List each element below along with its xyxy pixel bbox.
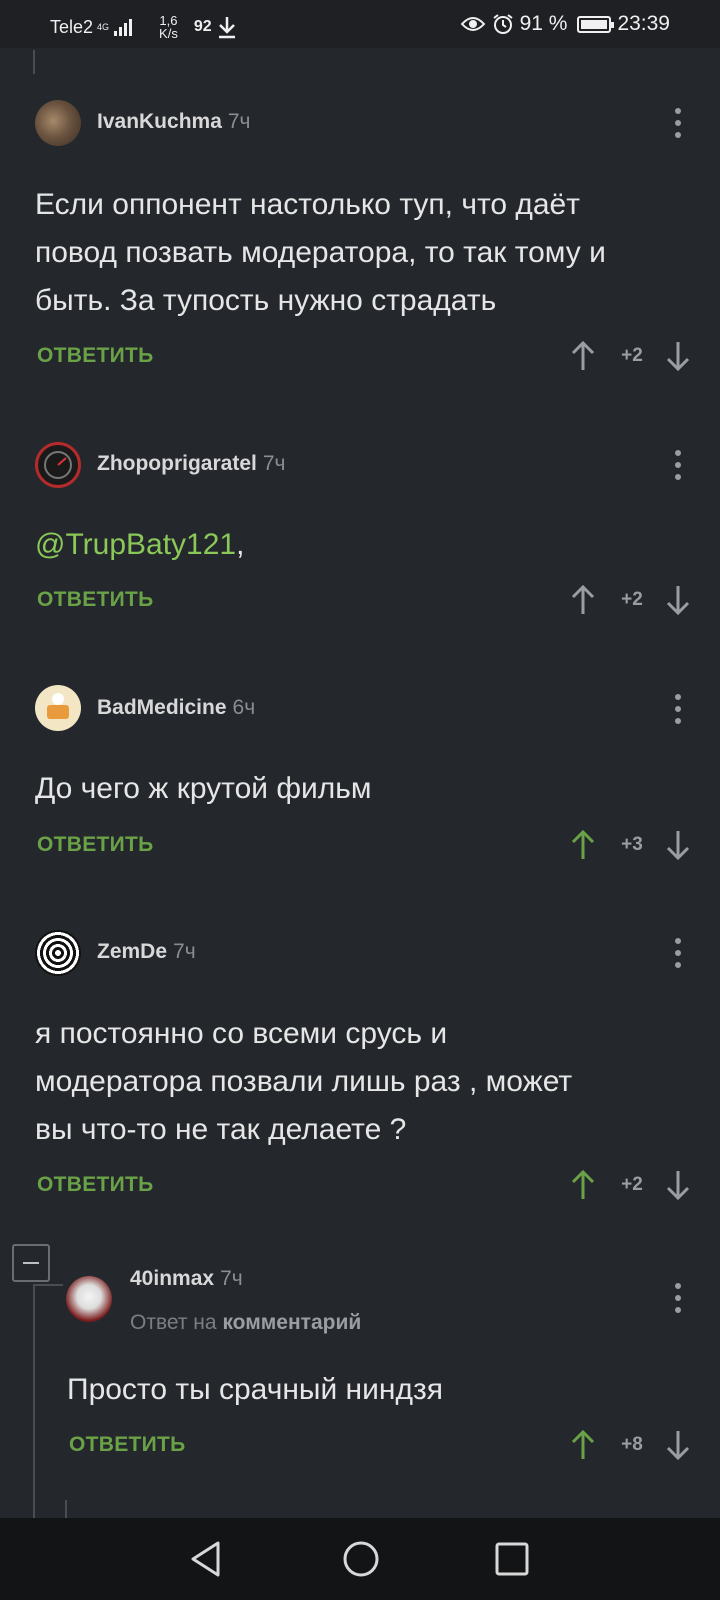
upvote-arrow-icon[interactable] xyxy=(570,1169,596,1201)
comment-author[interactable]: 40inmax 7ч xyxy=(130,1267,243,1291)
battery-percent: 91 % xyxy=(519,12,568,35)
comment-author[interactable]: IvanKuchma 7ч xyxy=(97,110,251,134)
speedometer-icon xyxy=(44,451,72,479)
comment-text: Просто ты срачный ниндзя xyxy=(67,1366,443,1414)
avatar[interactable] xyxy=(35,685,81,731)
system-navigation-bar xyxy=(0,1518,720,1600)
author-name[interactable]: ZemDe xyxy=(97,940,167,963)
more-options-icon[interactable] xyxy=(673,450,683,480)
comment-score: +2 xyxy=(621,589,643,610)
reply-button[interactable]: ОТВЕТИТЬ xyxy=(37,344,154,368)
comment-author[interactable]: ZemDe 7ч xyxy=(97,940,196,964)
more-options-icon[interactable] xyxy=(673,938,683,968)
reply-button[interactable]: ОТВЕТИТЬ xyxy=(69,1433,186,1457)
status-bar: Tele2 4G 1,6 K/s 92 91 % 23:39 xyxy=(0,0,720,48)
back-icon[interactable] xyxy=(188,1540,224,1578)
comment-line: До чего ж крутой фильм xyxy=(35,772,372,805)
battery-icon xyxy=(577,15,615,33)
comment-time: 6ч xyxy=(232,696,256,719)
comment-author[interactable]: Zhopoprigaratel 7ч xyxy=(97,452,285,476)
more-options-icon[interactable] xyxy=(673,694,683,724)
comment-time: 7ч xyxy=(227,110,251,133)
reply-to-comment-link[interactable]: комментарий xyxy=(222,1311,361,1334)
download-icon xyxy=(218,17,235,39)
author-name[interactable]: 40inmax xyxy=(130,1267,214,1290)
user-mention-link[interactable]: @TrupBaty121 xyxy=(35,528,236,561)
recent-apps-icon[interactable] xyxy=(494,1540,530,1578)
notification-count: 92 xyxy=(193,18,212,35)
thread-branch xyxy=(33,1284,63,1286)
speed-unit: K/s xyxy=(159,26,178,41)
comment-score: +3 xyxy=(621,834,643,855)
downvote-arrow-icon[interactable] xyxy=(665,340,691,372)
comment-line: Просто ты срачный ниндзя xyxy=(67,1373,443,1406)
author-name[interactable]: IvanKuchma xyxy=(97,110,222,133)
comment-time: 7ч xyxy=(173,940,196,963)
comment-line: быть. За тупость нужно страдать xyxy=(35,284,497,317)
comment-score: +2 xyxy=(621,345,643,366)
comment-time: 7ч xyxy=(262,452,286,475)
avatar[interactable] xyxy=(35,442,81,488)
upvote-arrow-icon[interactable] xyxy=(570,584,596,616)
downvote-arrow-icon[interactable] xyxy=(665,1169,691,1201)
comment-line: повод позвать модератора, то так тому и xyxy=(35,236,606,269)
reply-button[interactable]: ОТВЕТИТЬ xyxy=(37,833,154,857)
upvote-arrow-icon[interactable] xyxy=(570,829,596,861)
comment-text: я постоянно со всеми срусь и модератора … xyxy=(35,1010,572,1154)
comment-score: +8 xyxy=(621,1434,643,1455)
downvote-arrow-icon[interactable] xyxy=(665,1429,691,1461)
comment-time: 7ч xyxy=(220,1267,243,1290)
comment-line: Если оппонент настолько туп, что даёт xyxy=(35,188,580,221)
avatar-image xyxy=(47,693,69,719)
comment-text: До чего ж крутой фильм xyxy=(35,765,372,813)
clock: 23:39 xyxy=(617,12,670,35)
comment-score: +2 xyxy=(621,1174,643,1195)
reply-button[interactable]: ОТВЕТИТЬ xyxy=(37,1173,154,1197)
avatar[interactable] xyxy=(66,1276,112,1322)
downvote-arrow-icon[interactable] xyxy=(665,829,691,861)
home-icon[interactable] xyxy=(342,1540,380,1578)
signal-icon xyxy=(114,19,133,36)
comment-author[interactable]: BadMedicine 6ч xyxy=(97,696,255,720)
author-name[interactable]: BadMedicine xyxy=(97,696,227,719)
reply-to-prefix: Ответ на xyxy=(130,1311,217,1334)
comment-text: Если оппонент настолько туп, что даёт по… xyxy=(35,181,606,325)
network-speed: 1,6 K/s xyxy=(159,14,178,40)
avatar[interactable] xyxy=(35,930,81,976)
comment-line: я постоянно со всеми срусь и xyxy=(35,1017,448,1050)
comment-line: вы что-то не так делаете ? xyxy=(35,1113,407,1146)
upvote-arrow-icon[interactable] xyxy=(570,1429,596,1461)
network-type: 4G xyxy=(97,21,110,32)
reply-button[interactable]: ОТВЕТИТЬ xyxy=(37,588,154,612)
author-name[interactable]: Zhopoprigaratel xyxy=(97,452,257,475)
avatar[interactable] xyxy=(35,100,81,146)
thread-line xyxy=(33,50,35,74)
reply-to-info: Ответ на комментарий xyxy=(130,1311,361,1335)
more-options-icon[interactable] xyxy=(673,1283,683,1313)
thread-line xyxy=(65,1500,67,1518)
comment-text: @TrupBaty121, xyxy=(35,521,244,569)
thread-line xyxy=(33,1284,35,1518)
carrier-label: Tele2 xyxy=(50,16,94,37)
downvote-arrow-icon[interactable] xyxy=(665,584,691,616)
upvote-arrow-icon[interactable] xyxy=(570,340,596,372)
collapse-thread-button[interactable] xyxy=(12,1244,50,1282)
alarm-icon xyxy=(492,14,513,34)
more-options-icon[interactable] xyxy=(673,108,683,138)
comment-line: модератора позвали лишь раз , может xyxy=(35,1065,573,1098)
comment-text-suffix: , xyxy=(236,528,245,561)
eye-icon xyxy=(460,17,485,31)
